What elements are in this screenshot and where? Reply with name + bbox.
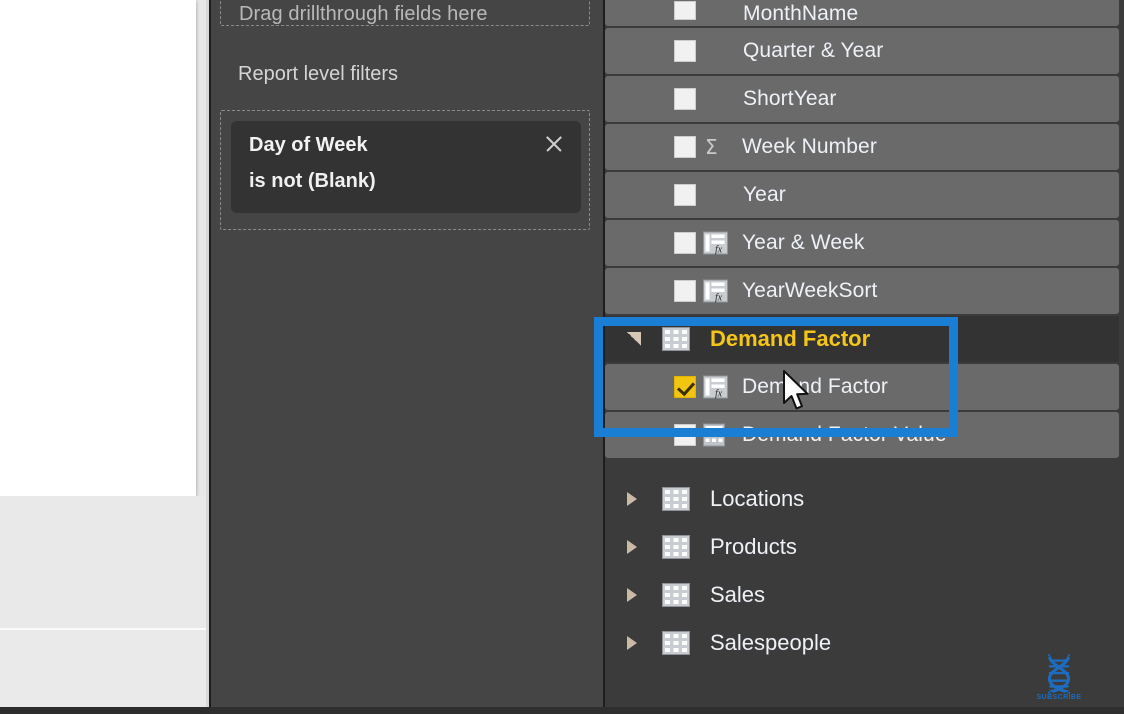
canvas-gray-band bbox=[0, 496, 206, 628]
drillthrough-dropzone[interactable]: Drag drillthrough fields here bbox=[220, 0, 590, 26]
checkbox-checked-icon[interactable] bbox=[674, 376, 696, 398]
calculated-column-icon: fx bbox=[703, 279, 728, 304]
fields-table-row-products[interactable]: Products bbox=[605, 524, 1119, 570]
field-row-week-number[interactable]: Σ Week Number bbox=[605, 124, 1119, 170]
table-icon bbox=[662, 583, 690, 607]
subscribe-watermark-label: SUBSCRIBE bbox=[1036, 694, 1082, 701]
report-page[interactable] bbox=[0, 0, 196, 496]
subscribe-watermark: SUBSCRIBE bbox=[1031, 652, 1087, 708]
field-row-label: YearWeekSort bbox=[742, 279, 878, 302]
checkbox-icon[interactable] bbox=[674, 88, 696, 110]
field-row-yearweeksort[interactable]: fx YearWeekSort bbox=[605, 268, 1119, 314]
checkbox-icon[interactable] bbox=[674, 1, 696, 20]
dna-helix-icon bbox=[1038, 653, 1080, 695]
svg-text:fx: fx bbox=[715, 389, 723, 399]
fields-table-label: Salespeople bbox=[710, 630, 832, 655]
field-row-label: Year bbox=[743, 183, 786, 206]
table-icon bbox=[662, 487, 690, 511]
calculated-column-icon: fx bbox=[703, 375, 728, 400]
table-icon bbox=[662, 535, 690, 559]
drillthrough-dropzone-label: Drag drillthrough fields here bbox=[239, 3, 488, 25]
field-row-monthname[interactable]: MonthName bbox=[605, 0, 1119, 26]
field-row-year[interactable]: Year bbox=[605, 172, 1119, 218]
field-row-quarter-year[interactable]: Quarter & Year bbox=[605, 28, 1119, 74]
field-row-label: Demand Factor Value bbox=[742, 423, 947, 446]
calculated-column-icon: fx bbox=[703, 231, 728, 256]
canvas-gray-band-lower bbox=[0, 630, 206, 707]
filter-card-field-name: Day of Week bbox=[249, 134, 368, 156]
fields-table-label: Demand Factor bbox=[710, 326, 871, 351]
field-row-label: Quarter & Year bbox=[743, 39, 884, 62]
close-icon[interactable] bbox=[543, 133, 565, 155]
field-row-label: MonthName bbox=[743, 2, 859, 25]
checkbox-icon[interactable] bbox=[674, 184, 696, 206]
field-row-demand-factor-value[interactable]: Demand Factor Value bbox=[605, 412, 1119, 458]
svg-text:fx: fx bbox=[715, 245, 723, 255]
fields-table-row-demand-factor[interactable]: Demand Factor bbox=[605, 316, 1119, 362]
fields-list: MonthName Quarter & Year ShortYear Σ Week Nu… bbox=[605, 0, 1124, 668]
field-row-demand-factor[interactable]: fx Demand Factor bbox=[605, 364, 1119, 410]
report-canvas-area bbox=[0, 0, 209, 714]
fields-list-spacer bbox=[605, 460, 1124, 476]
checkbox-icon[interactable] bbox=[674, 40, 696, 62]
report-level-filters-dropzone[interactable]: Day of Week is not (Blank) bbox=[220, 110, 590, 230]
chevron-right-icon[interactable] bbox=[627, 492, 637, 506]
svg-text:fx: fx bbox=[715, 293, 723, 303]
chevron-down-icon[interactable] bbox=[627, 332, 641, 346]
canvas-bottom-bar bbox=[0, 707, 209, 714]
fields-table-row-locations[interactable]: Locations bbox=[605, 476, 1119, 522]
field-row-label: ShortYear bbox=[743, 87, 837, 110]
fields-table-label: Locations bbox=[710, 486, 805, 511]
checkbox-icon[interactable] bbox=[674, 232, 696, 254]
sigma-icon: Σ bbox=[705, 135, 718, 159]
field-row-label: Demand Factor bbox=[742, 375, 889, 398]
window-bottom-strip bbox=[209, 707, 1124, 714]
measure-calculator-icon bbox=[703, 423, 728, 447]
table-icon bbox=[662, 327, 690, 351]
field-row-shortyear[interactable]: ShortYear bbox=[605, 76, 1119, 122]
filters-pane: Drag drillthrough fields here Report lev… bbox=[211, 0, 603, 714]
power-bi-window: Drag drillthrough fields here Report lev… bbox=[0, 0, 1124, 714]
field-row-label: Week Number bbox=[742, 135, 877, 158]
report-level-filters-title: Report level filters bbox=[238, 63, 399, 85]
fields-table-label: Products bbox=[710, 534, 797, 559]
field-row-label: Year & Week bbox=[742, 231, 865, 254]
chevron-right-icon[interactable] bbox=[627, 636, 637, 650]
chevron-right-icon[interactable] bbox=[627, 588, 637, 602]
field-row-year-week[interactable]: fx Year & Week bbox=[605, 220, 1119, 266]
checkbox-icon[interactable] bbox=[674, 136, 696, 158]
fields-pane: MonthName Quarter & Year ShortYear Σ Week Nu… bbox=[605, 0, 1124, 714]
chevron-right-icon[interactable] bbox=[627, 540, 637, 554]
fields-table-label: Sales bbox=[710, 582, 766, 607]
checkbox-icon[interactable] bbox=[674, 424, 696, 446]
filter-card-condition: is not (Blank) bbox=[249, 170, 376, 192]
checkbox-icon[interactable] bbox=[674, 280, 696, 302]
table-icon bbox=[662, 631, 690, 655]
filter-card-day-of-week[interactable]: Day of Week is not (Blank) bbox=[231, 121, 581, 213]
fields-table-row-sales[interactable]: Sales bbox=[605, 572, 1119, 618]
